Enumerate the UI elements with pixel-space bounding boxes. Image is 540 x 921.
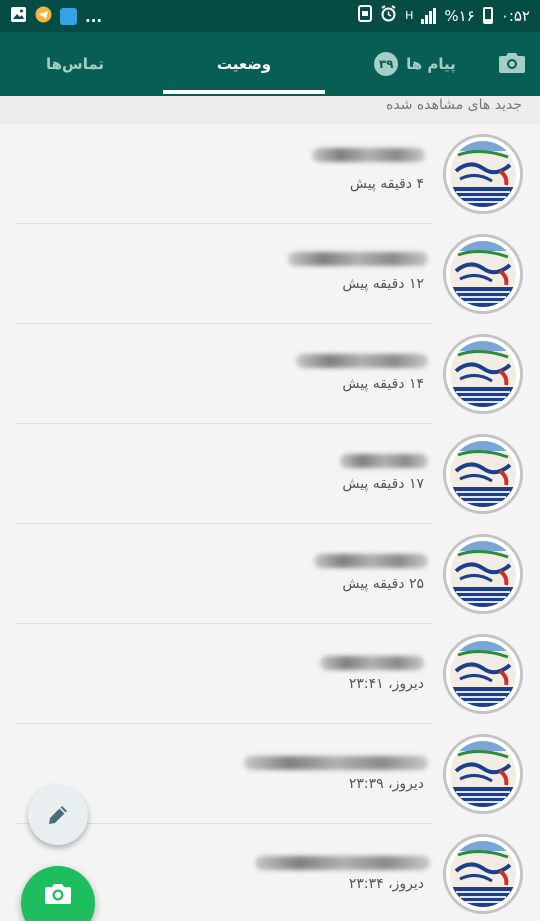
edit-pencil-icon (49, 806, 67, 824)
tab-chats-label: پیام ها (406, 55, 456, 73)
battery-percent: %۱۶ (444, 6, 475, 25)
status-time: دیروز، ۲۳:۳۹ (348, 776, 424, 792)
camera-icon (45, 884, 71, 904)
avatar-image (450, 741, 516, 807)
tab-indicator (163, 90, 325, 94)
status-bar: ... H %۱۶ ۰:۵۲ (0, 0, 540, 32)
unread-count-badge: ۳۹ (374, 52, 399, 76)
status-time: ۲۵ دقیقه پیش (342, 576, 424, 592)
avatar (443, 434, 523, 514)
avatar-image (450, 641, 516, 707)
network-type: H (405, 9, 414, 22)
tab-status[interactable]: وضعیت (163, 32, 325, 96)
alarm-icon (380, 5, 397, 26)
avatar (443, 834, 523, 914)
avatar-image (450, 541, 516, 607)
camera-icon (499, 53, 525, 73)
contact-name (320, 656, 424, 670)
tab-chats[interactable]: ۳۹ پیام ها (360, 32, 470, 96)
status-time: ۴ دقیقه پیش (349, 176, 424, 192)
status-row[interactable]: ۱۲ دقیقه پیش (0, 224, 540, 324)
status-time: ۱۴ دقیقه پیش (342, 376, 424, 392)
contact-name (312, 148, 425, 162)
status-time: دیروز، ۲۳:۴۱ (348, 676, 424, 692)
avatar (443, 334, 523, 414)
avatar-image (450, 441, 516, 507)
status-time: ۱۲ دقیقه پیش (342, 276, 424, 292)
status-row[interactable]: ۴ دقیقه پیش (0, 124, 540, 224)
contact-name (288, 252, 428, 266)
avatar-image (450, 841, 516, 907)
avatar (443, 534, 523, 614)
status-row[interactable]: ۲۵ دقیقه پیش (0, 524, 540, 624)
avatar-image (450, 341, 516, 407)
battery-icon (482, 7, 493, 24)
status-row[interactable]: دیروز، ۲۳:۴۱ (0, 624, 540, 724)
status-row[interactable]: ۱۷ دقیقه پیش (0, 424, 540, 524)
tab-contacts-label: تماس‌ها (45, 55, 105, 73)
clock: ۰:۵۲ (500, 6, 530, 25)
screenshot-icon (358, 5, 373, 26)
avatar (443, 234, 523, 314)
section-header-label: جدید های مشاهده شده (386, 97, 522, 113)
tab-status-label: وضعیت (216, 55, 272, 73)
status-time: دیروز، ۲۳:۳۴ (348, 876, 424, 892)
gallery-icon (10, 6, 27, 27)
avatar (443, 634, 523, 714)
avatar (443, 134, 523, 214)
contact-name (244, 756, 428, 770)
contact-name (296, 354, 428, 368)
signal-icon (421, 7, 437, 24)
status-time: ۱۷ دقیقه پیش (342, 476, 424, 492)
avatar (443, 734, 523, 814)
system-icons: H %۱۶ ۰:۵۲ (358, 5, 530, 26)
contact-name (314, 554, 428, 568)
contact-name (255, 856, 430, 870)
section-header: جدید های مشاهده شده (0, 96, 540, 124)
avatar-image (450, 141, 516, 207)
avatar-image (450, 241, 516, 307)
tab-contacts[interactable]: تماس‌ها (20, 32, 130, 96)
status-row[interactable]: ۱۴ دقیقه پیش (0, 324, 540, 424)
app-notification-icon (60, 8, 77, 25)
text-status-button[interactable] (28, 785, 88, 845)
telegram-icon (35, 6, 52, 27)
notification-icons: ... (10, 6, 102, 27)
tab-camera[interactable] (497, 51, 527, 75)
more-notifications: ... (85, 7, 103, 26)
contact-name (340, 454, 428, 468)
